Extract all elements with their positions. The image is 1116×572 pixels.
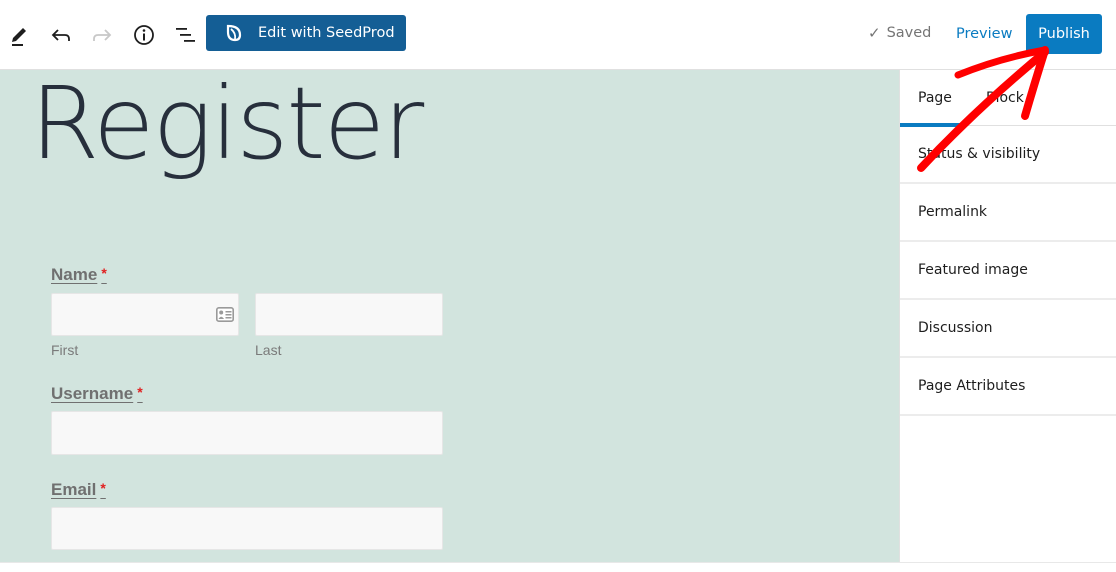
tab-block[interactable]: Block <box>986 70 1024 126</box>
email-field-label: Email * <box>51 480 106 499</box>
contact-card-icon <box>216 307 234 322</box>
settings-sidebar: Page Block Status & visibility Permalink… <box>899 70 1116 562</box>
username-field-label: Username * <box>51 384 143 403</box>
undo-icon <box>51 29 70 41</box>
panel-discussion[interactable]: Discussion <box>900 300 1116 358</box>
list-view-icon <box>176 28 195 42</box>
saved-status: ✓ Saved <box>868 24 931 42</box>
list-view-button[interactable] <box>172 22 198 48</box>
pencil-icon <box>12 28 26 46</box>
details-button[interactable] <box>131 22 157 48</box>
sidebar-tabs: Page Block <box>900 70 1116 127</box>
name-field-label: Name * <box>51 265 107 284</box>
tab-page[interactable]: Page <box>900 70 967 127</box>
username-input[interactable] <box>51 411 443 455</box>
seedprod-leaf-icon <box>226 24 242 42</box>
last-name-input[interactable] <box>255 293 443 336</box>
required-asterisk: * <box>100 480 106 496</box>
redo-icon <box>93 29 112 41</box>
panel-permalink[interactable]: Permalink <box>900 184 1116 242</box>
preview-button[interactable]: Preview <box>944 16 1024 52</box>
panel-page-attributes[interactable]: Page Attributes <box>900 358 1116 416</box>
panel-status-visibility[interactable]: Status & visibility <box>900 126 1116 184</box>
edit-tool-button[interactable] <box>6 22 32 48</box>
publish-button[interactable]: Publish <box>1026 14 1102 54</box>
required-asterisk: * <box>137 384 143 400</box>
required-asterisk: * <box>101 265 107 281</box>
panel-featured-image[interactable]: Featured image <box>900 242 1116 300</box>
redo-button[interactable] <box>89 22 115 48</box>
editor-canvas[interactable]: Register Name * First Last Username * Emai… <box>0 70 899 562</box>
bottom-strip <box>0 562 1116 572</box>
last-sublabel: Last <box>255 342 282 358</box>
first-name-input[interactable] <box>51 293 239 336</box>
first-sublabel: First <box>51 342 79 358</box>
seedprod-button-label: Edit with SeedProd <box>258 25 395 41</box>
edit-with-seedprod-button[interactable]: Edit with SeedProd <box>206 15 406 51</box>
email-input[interactable] <box>51 507 443 550</box>
saved-label: Saved <box>886 25 932 41</box>
check-icon: ✓ <box>868 24 881 42</box>
undo-button[interactable] <box>48 22 74 48</box>
editor-toolbar: Edit with SeedProd ✓ Saved Preview Publi… <box>0 0 1116 70</box>
page-title[interactable]: Register <box>30 70 424 184</box>
info-icon <box>134 25 154 45</box>
